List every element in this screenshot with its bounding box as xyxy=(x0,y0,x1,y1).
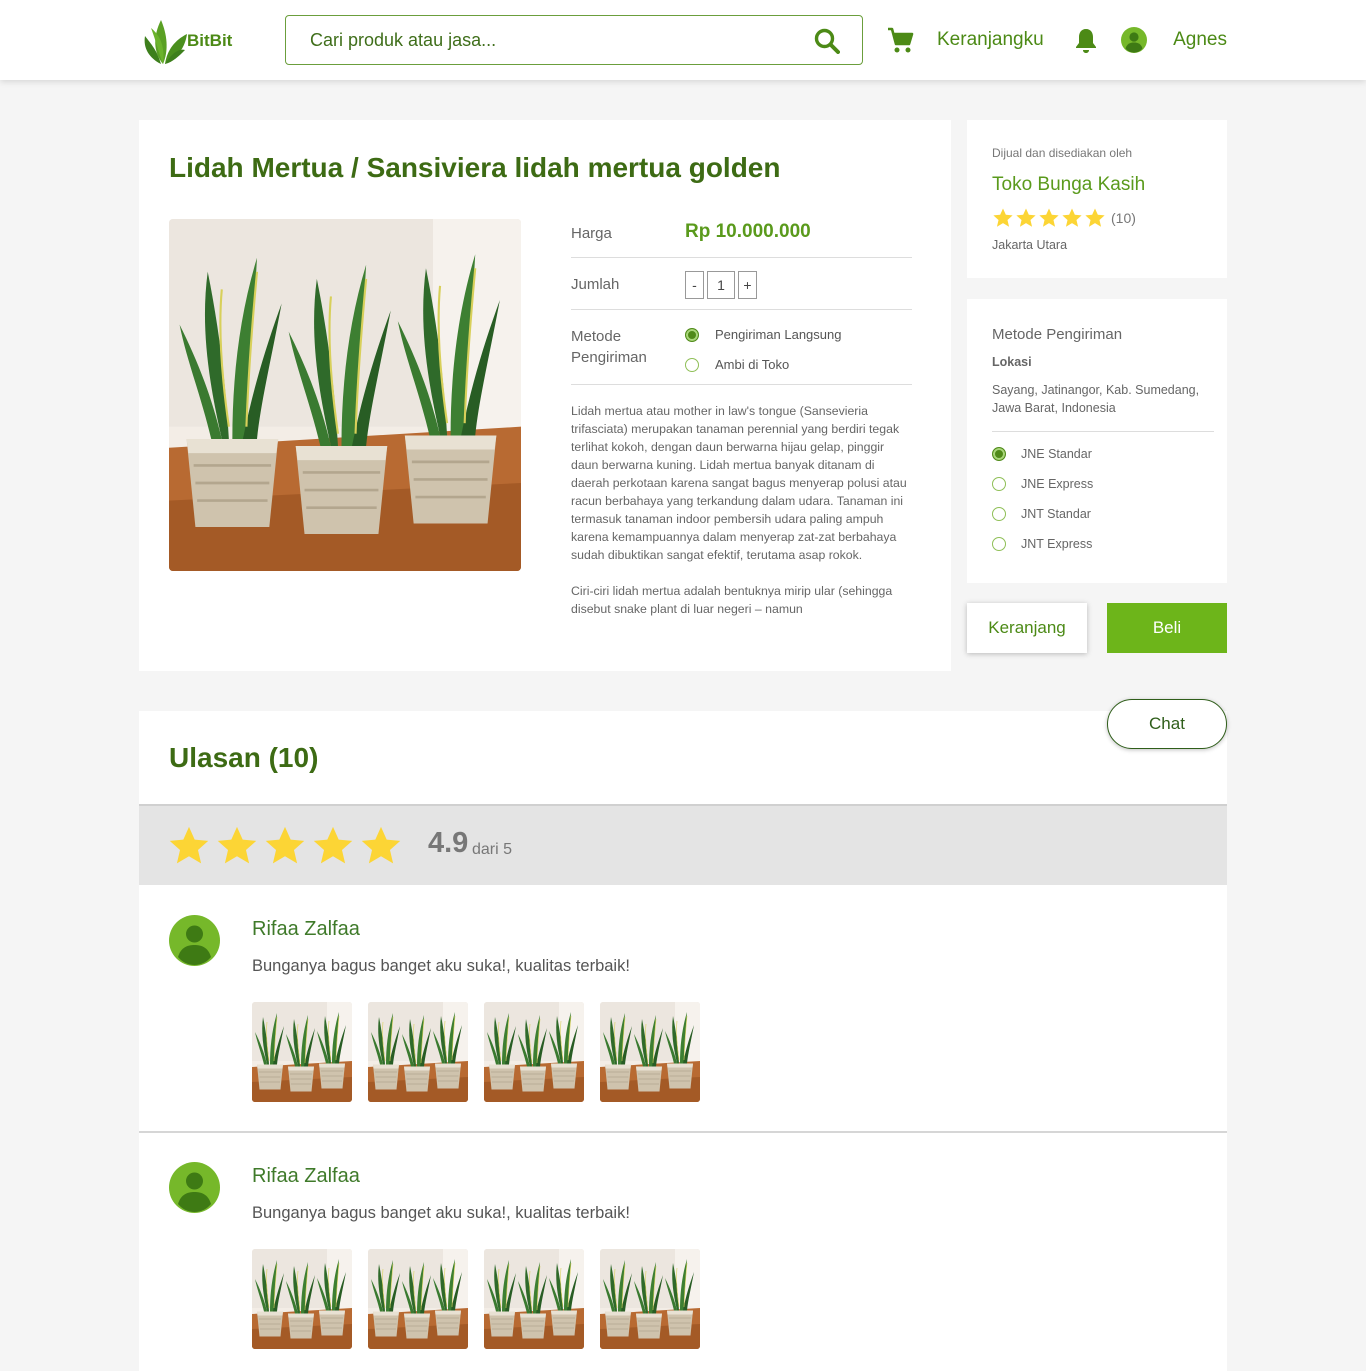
description-paragraph: Ciri-ciri lidah mertua adalah bentuknya … xyxy=(571,584,893,616)
quantity-row: Jumlah - 1 + xyxy=(571,258,912,310)
buy-button[interactable]: Beli xyxy=(1107,603,1227,653)
review-text: Bunganya bagus banget aku suka!, kualita… xyxy=(252,957,630,975)
review-item: Rifaa Zalfaa Bunganya bagus banget aku s… xyxy=(139,915,1227,1115)
increment-button[interactable]: + xyxy=(738,271,757,299)
star-icon xyxy=(1061,207,1083,229)
rating-summary: 4.9 dari 5 xyxy=(139,804,1227,885)
courier-option-label: JNT Standar xyxy=(1021,507,1091,521)
reviews-card: Ulasan (10) Chat 4.9 dari 5 Rifaa Zalfaa… xyxy=(139,699,1227,1371)
radio-empty-icon[interactable] xyxy=(992,537,1006,551)
seller-rating: (10) xyxy=(992,207,1136,229)
logo-text: BitBit xyxy=(187,31,233,50)
price-row: Harga Rp 10.000.000 xyxy=(571,219,912,258)
review-photo[interactable] xyxy=(484,1249,584,1349)
review-item: Rifaa Zalfaa Bunganya bagus banget aku s… xyxy=(139,1162,1227,1362)
reviewer-name: Rifaa Zalfaa xyxy=(252,1165,360,1187)
radio-selected-icon[interactable] xyxy=(685,327,699,342)
star-icon xyxy=(263,824,307,868)
reviewer-avatar-icon xyxy=(169,915,220,966)
review-photo[interactable] xyxy=(484,1002,584,1102)
star-icon xyxy=(215,824,259,868)
rating-stars xyxy=(167,824,403,868)
chat-button[interactable]: Chat xyxy=(1107,699,1227,749)
seller-name[interactable]: Toko Bunga Kasih xyxy=(992,174,1145,196)
star-icon xyxy=(167,824,211,868)
top-navbar: BitBit Keranjangku Agnes xyxy=(0,0,1366,80)
search-input[interactable] xyxy=(310,16,790,64)
logo[interactable]: BitBit xyxy=(139,14,232,66)
star-icon xyxy=(1015,207,1037,229)
search-box xyxy=(285,15,863,65)
delivery-option-direct[interactable]: Pengiriman Langsung xyxy=(685,327,841,342)
star-icon xyxy=(992,207,1014,229)
review-text: Bunganya bagus banget aku suka!, kualita… xyxy=(252,1204,630,1222)
review-photo[interactable] xyxy=(600,1002,700,1102)
courier-option-jne-standar[interactable]: JNE Standar xyxy=(992,447,1092,461)
product-description: Lidah mertua atau mother in law's tongue… xyxy=(571,402,913,636)
quantity-input[interactable]: 1 xyxy=(707,271,735,299)
review-photos xyxy=(252,1249,700,1349)
price-value: Rp 10.000.000 xyxy=(685,221,811,242)
review-photo[interactable] xyxy=(600,1249,700,1349)
seller-card: Dijual dan disediakan oleh Toko Bunga Ka… xyxy=(967,120,1227,278)
courier-option-jnt-standar[interactable]: JNT Standar xyxy=(992,507,1091,521)
shipping-card: Metode Pengiriman Lokasi Sayang, Jatinan… xyxy=(967,299,1227,583)
quantity-stepper: - 1 + xyxy=(685,271,757,299)
location-label: Lokasi xyxy=(992,355,1032,369)
radio-empty-icon[interactable] xyxy=(992,477,1006,491)
star-icon xyxy=(1038,207,1060,229)
courier-option-label: JNE Standar xyxy=(1021,447,1092,461)
product-image[interactable] xyxy=(169,219,521,571)
seller-rating-count: (10) xyxy=(1111,210,1136,226)
user-avatar-icon[interactable] xyxy=(1121,27,1147,53)
review-photos xyxy=(252,1002,700,1102)
decrement-button[interactable]: - xyxy=(685,271,704,299)
location-value: Sayang, Jatinangor, Kab. Sumedang, Jawa … xyxy=(992,381,1214,432)
review-divider xyxy=(139,1131,1227,1133)
delivery-method-label: Metode Pengiriman xyxy=(571,328,647,366)
radio-selected-icon[interactable] xyxy=(992,447,1006,461)
radio-empty-icon[interactable] xyxy=(685,357,699,372)
courier-option-label: JNT Express xyxy=(1021,537,1093,551)
leaf-logo-icon xyxy=(144,20,187,64)
shipping-title: Metode Pengiriman xyxy=(992,326,1123,343)
seller-caption: Dijual dan disediakan oleh xyxy=(992,146,1133,160)
description-paragraph: Lidah mertua atau mother in law's tongue… xyxy=(571,404,907,562)
review-photo[interactable] xyxy=(252,1249,352,1349)
courier-option-jne-express[interactable]: JNE Express xyxy=(992,477,1093,491)
reviews-title: Ulasan (10) xyxy=(169,742,319,773)
courier-option-label: JNE Express xyxy=(1021,477,1094,491)
star-icon xyxy=(359,824,403,868)
review-photo[interactable] xyxy=(368,1249,468,1349)
product-title: Lidah Mertua / Sansiviera lidah mertua g… xyxy=(169,152,781,183)
user-name[interactable]: Agnes xyxy=(1173,29,1227,51)
search-icon[interactable] xyxy=(814,28,840,54)
delivery-option-pickup[interactable]: Ambi di Toko xyxy=(685,357,789,372)
reviewer-avatar-icon xyxy=(169,1162,220,1213)
rating-score: 4.9 xyxy=(428,827,469,859)
add-to-cart-button[interactable]: Keranjang xyxy=(967,603,1087,653)
price-label: Harga xyxy=(571,225,612,242)
review-photo[interactable] xyxy=(368,1002,468,1102)
courier-option-jnt-express[interactable]: JNT Express xyxy=(992,537,1092,551)
star-icon xyxy=(311,824,355,868)
seller-city: Jakarta Utara xyxy=(992,238,1068,252)
product-info: Harga Rp 10.000.000 Jumlah - 1 + Metode … xyxy=(571,219,912,385)
bell-icon[interactable] xyxy=(1075,28,1097,54)
product-card: Lidah Mertua / Sansiviera lidah mertua g… xyxy=(139,120,951,671)
rating-scale: dari 5 xyxy=(472,841,513,858)
quantity-label: Jumlah xyxy=(571,276,620,293)
delivery-method-row: Metode Pengiriman Pengiriman Langsung Am… xyxy=(571,310,912,385)
cart-icon[interactable] xyxy=(887,27,914,54)
cart-link[interactable]: Keranjangku xyxy=(937,29,1044,51)
radio-empty-icon[interactable] xyxy=(992,507,1006,521)
reviewer-name: Rifaa Zalfaa xyxy=(252,918,360,940)
delivery-option-label: Pengiriman Langsung xyxy=(715,327,842,342)
star-icon xyxy=(1084,207,1106,229)
delivery-option-label: Ambi di Toko xyxy=(715,357,790,372)
review-photo[interactable] xyxy=(252,1002,352,1102)
